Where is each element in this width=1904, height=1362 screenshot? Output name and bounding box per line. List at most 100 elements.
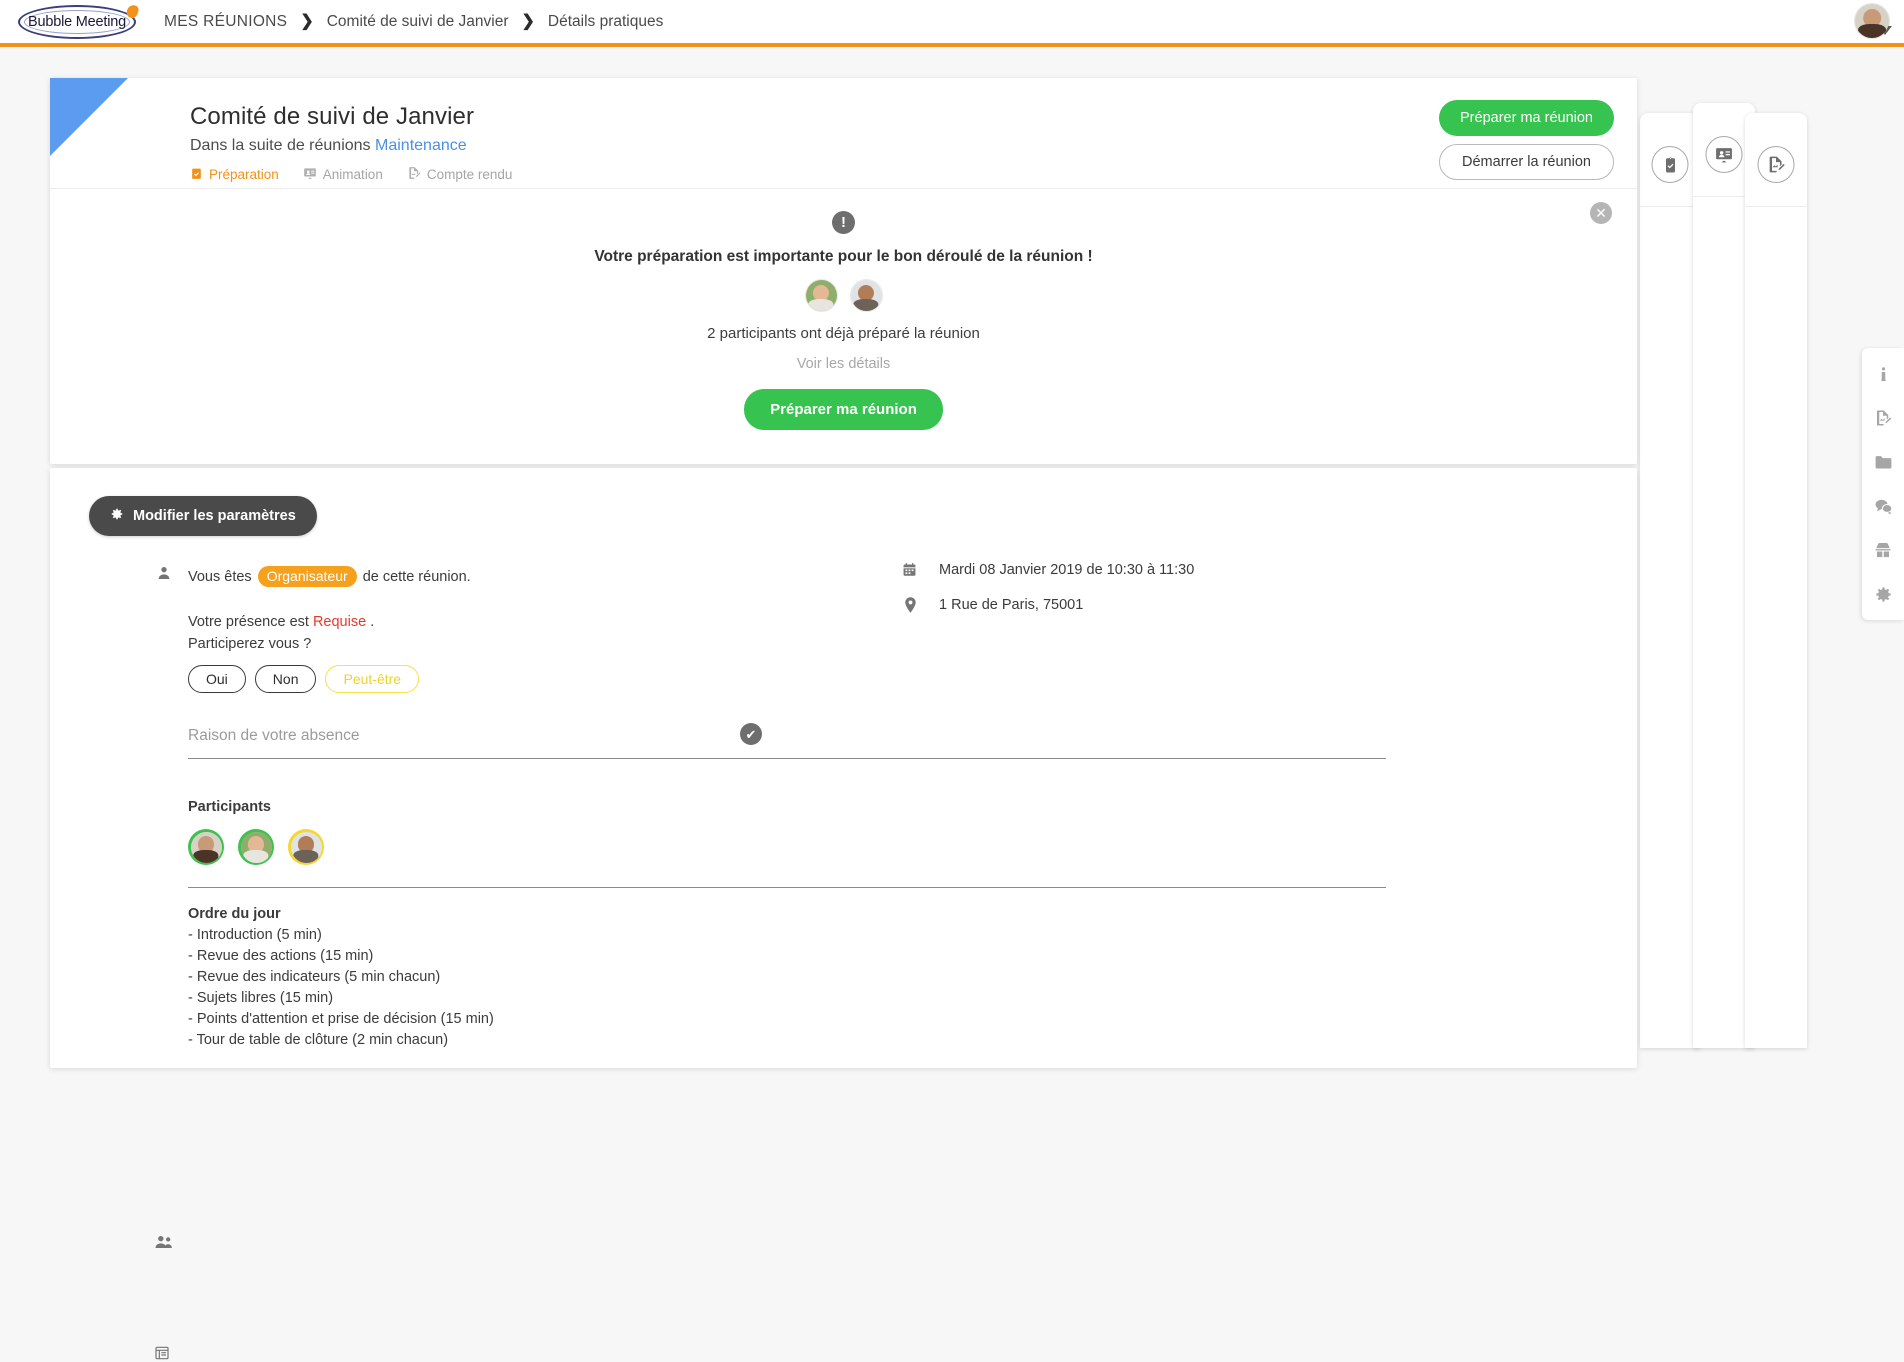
side-card-preparation[interactable] <box>1640 113 1700 1048</box>
presence-value: Requise <box>312 614 367 630</box>
breadcrumb-item-meetings[interactable]: MES RÉUNIONS <box>164 13 287 31</box>
gear-icon[interactable] <box>1869 580 1897 608</box>
agenda-item: - Tour de table de clôture (2 min chacun… <box>188 1032 449 1048</box>
meeting-datetime: Mardi 08 Janvier 2019 de 10:30 à 11:30 <box>939 562 1195 578</box>
attendance-option-yes[interactable]: Oui <box>188 665 246 693</box>
preparation-banner: ✕ ! Votre préparation est importante pou… <box>50 188 1637 464</box>
meeting-tabs: Préparation Animation Compte rendu <box>190 166 512 183</box>
report-edit-icon <box>1757 146 1795 183</box>
view-details-link[interactable]: Voir les détails <box>50 356 1637 372</box>
start-meeting-button[interactable]: Démarrer la réunion <box>1439 144 1614 180</box>
participants-avatars <box>188 829 888 865</box>
banner-message: Votre préparation est importante pour le… <box>594 248 1093 265</box>
participant-avatar[interactable] <box>188 829 224 865</box>
page-title: Comité de suivi de Janvier <box>190 103 475 130</box>
attendance-question: Participerez vous ? <box>188 636 312 652</box>
spy-icon[interactable] <box>1869 536 1897 564</box>
chat-icon[interactable] <box>1869 492 1897 520</box>
close-icon[interactable]: ✕ <box>1590 202 1612 224</box>
series-prefix: Dans la suite de réunions <box>190 137 371 154</box>
participants-section: Participants <box>188 799 1386 888</box>
divider <box>188 887 1386 888</box>
presence-line: Votre présence est Requise . <box>188 614 888 630</box>
side-card-report[interactable] <box>1745 113 1807 1048</box>
clipboard-check-icon <box>190 167 203 183</box>
header-actions: Préparer ma réunion Démarrer la réunion <box>1439 100 1614 180</box>
user-menu[interactable] <box>1854 3 1892 39</box>
info-icon[interactable] <box>1869 360 1897 388</box>
agenda-section: Ordre du jour - Introduction (5 min) - R… <box>188 906 888 1048</box>
avatar-image <box>1855 4 1889 38</box>
prepared-count-text: 2 participants ont déjà préparé la réuni… <box>707 325 980 342</box>
role-suffix: de cette réunion. <box>362 569 471 585</box>
tab-label: Préparation <box>209 167 279 182</box>
chevron-right-icon: ❯ <box>300 12 314 30</box>
prepare-meeting-button[interactable]: Préparer ma réunion <box>1439 100 1614 136</box>
practical-details-card: Modifier les paramètres Vous êtes Organi… <box>50 468 1637 1360</box>
meeting-location-row: 1 Rue de Paris, 75001 <box>902 597 1194 617</box>
app-logo[interactable]: Bubble Meeting <box>18 3 140 39</box>
avatar[interactable] <box>804 279 838 312</box>
location-pin-icon <box>904 597 917 617</box>
status-badge: Organisateur <box>257 566 357 587</box>
agenda-list-icon <box>153 1344 171 1362</box>
right-details-column: Mardi 08 Janvier 2019 de 10:30 à 11:30 1… <box>902 562 1194 633</box>
tab-report[interactable]: Compte rendu <box>407 166 513 183</box>
corner-triangle-decoration <box>50 78 128 156</box>
clipboard-check-icon <box>1651 146 1689 183</box>
absence-reason-field[interactable]: Raison de votre absence ✔ <box>188 723 1386 759</box>
participant-avatar[interactable] <box>238 829 274 865</box>
logo-text: Bubble Meeting <box>28 13 126 30</box>
folder-icon[interactable] <box>1869 448 1897 476</box>
participants-label: Participants <box>188 799 271 815</box>
banner-cta-wrapper: Préparer ma réunion <box>50 389 1637 430</box>
exclamation-icon: ! <box>832 211 855 234</box>
agenda-item: - Revue des actions (15 min) <box>188 948 374 964</box>
agenda-item: - Revue des indicateurs (5 min chacun) <box>188 969 441 985</box>
left-details-column: Vous êtes Organisateur de cette réunion.… <box>188 566 1386 1048</box>
avatar[interactable] <box>849 279 883 312</box>
report-edit-icon[interactable] <box>1869 404 1897 432</box>
tab-label: Animation <box>322 167 383 182</box>
meeting-header-card: Comité de suivi de Janvier Dans la suite… <box>50 78 1637 464</box>
meeting-datetime-row: Mardi 08 Janvier 2019 de 10:30 à 11:30 <box>902 562 1194 581</box>
avatar-image <box>190 831 222 863</box>
participant-avatar[interactable] <box>288 829 324 865</box>
agenda-item: - Sujets libres (15 min) <box>188 990 334 1006</box>
meeting-series: Dans la suite de réunions Maintenance <box>190 137 512 155</box>
divider <box>1640 206 1700 207</box>
absence-reason-placeholder: Raison de votre absence <box>188 727 360 744</box>
attendance-option-no[interactable]: Non <box>254 665 317 693</box>
avatar-image <box>805 280 837 311</box>
series-link[interactable]: Maintenance <box>375 137 467 154</box>
avatar-image <box>240 831 272 863</box>
presence-suffix: . <box>370 614 375 630</box>
avatar[interactable] <box>1854 3 1890 39</box>
divider <box>1745 206 1807 207</box>
breadcrumb-item-details[interactable]: Détails pratiques <box>548 13 663 31</box>
presentation-icon <box>1705 136 1743 173</box>
tab-label: Compte rendu <box>426 167 513 182</box>
report-edit-icon <box>407 166 421 183</box>
presentation-icon <box>303 166 317 183</box>
top-navigation-bar: Bubble Meeting MES RÉUNIONS ❯ Comité de … <box>0 0 1904 47</box>
meeting-location: 1 Rue de Paris, 75001 <box>939 597 1084 613</box>
tab-preparation[interactable]: Préparation <box>190 166 279 183</box>
attendance-choices: Oui Non Peut-être <box>188 665 888 693</box>
card-header: Comité de suivi de Janvier Dans la suite… <box>50 78 1637 188</box>
gear-icon <box>110 507 124 525</box>
agenda-item: - Introduction (5 min) <box>188 927 322 943</box>
prepared-participants-avatars <box>50 279 1637 312</box>
attendance-option-maybe[interactable]: Peut-être <box>325 665 420 693</box>
prepare-meeting-cta-button[interactable]: Préparer ma réunion <box>744 389 943 430</box>
edit-settings-button[interactable]: Modifier les paramètres <box>89 496 317 536</box>
confirm-icon[interactable]: ✔ <box>740 723 762 745</box>
right-tool-rail <box>1862 348 1904 620</box>
edit-settings-label: Modifier les paramètres <box>133 508 296 524</box>
tab-animation[interactable]: Animation <box>303 166 383 183</box>
presence-prefix: Votre présence est <box>188 614 309 630</box>
avatar-image <box>850 280 882 311</box>
agenda-item: - Points d'attention et prise de décisio… <box>188 1011 494 1027</box>
agenda-title: Ordre du jour <box>188 906 281 922</box>
breadcrumb-item-meeting[interactable]: Comité de suivi de Janvier <box>327 13 509 31</box>
